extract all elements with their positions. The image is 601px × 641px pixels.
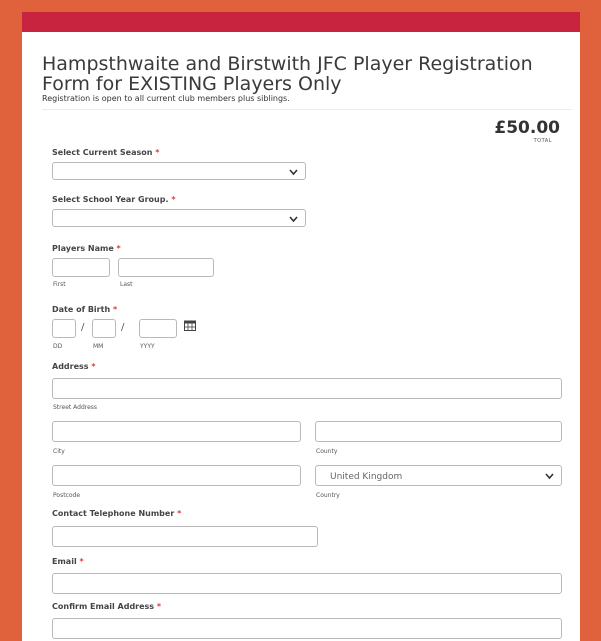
required-marker: * <box>116 244 121 253</box>
city-caption: City <box>53 448 65 455</box>
dob-year-input[interactable] <box>139 319 177 338</box>
last-name-input[interactable] <box>118 258 214 277</box>
school-year-label: Select School Year Group. * <box>52 195 176 204</box>
county-caption: County <box>316 448 338 455</box>
registration-form: Hampsthwaite and Birstwith JFC Player Re… <box>22 32 580 641</box>
phone-label-text: Contact Telephone Number <box>52 509 175 518</box>
dob-separator: / <box>121 322 125 333</box>
email-label-text: Email <box>52 557 77 566</box>
dob-day-input[interactable] <box>52 319 76 338</box>
page-background: Hampsthwaite and Birstwith JFC Player Re… <box>0 0 601 641</box>
postcode-caption: Postcode <box>53 492 81 499</box>
chevron-down-icon <box>289 216 298 223</box>
required-marker: * <box>155 148 160 157</box>
country-select[interactable]: United Kingdom <box>315 465 562 486</box>
address-label-text: Address <box>52 362 89 371</box>
price-caption: TOTAL <box>533 138 552 144</box>
dob-label-text: Date of Birth <box>52 305 111 314</box>
dob-day-caption: DD <box>53 343 63 350</box>
form-subtitle: Registration is open to all current club… <box>42 94 290 103</box>
school-year-label-text: Select School Year Group. <box>52 195 169 204</box>
required-marker: * <box>91 362 96 371</box>
price-total: £50.00 <box>494 118 560 138</box>
form-header-bar <box>22 12 580 32</box>
dob-year-caption: YYYY <box>140 343 155 350</box>
phone-input[interactable] <box>52 526 318 547</box>
street-address-input[interactable] <box>52 378 562 399</box>
street-address-caption: Street Address <box>53 404 98 411</box>
address-label: Address * <box>52 362 96 371</box>
first-name-caption: First <box>53 281 66 288</box>
chevron-down-icon <box>289 169 298 176</box>
email-label: Email * <box>52 557 84 566</box>
required-marker: * <box>156 602 162 611</box>
county-input[interactable] <box>315 421 562 442</box>
confirm-email-label-text: Confirm Email Address <box>52 602 155 611</box>
confirm-email-input[interactable] <box>52 618 562 639</box>
dob-month-input[interactable] <box>92 319 116 338</box>
dob-label: Date of Birth * <box>52 305 117 314</box>
country-select-value: United Kingdom <box>330 472 403 482</box>
required-marker: * <box>171 195 176 204</box>
chevron-down-icon <box>545 473 554 480</box>
calendar-icon[interactable] <box>184 320 196 331</box>
required-marker: * <box>79 557 84 566</box>
season-label: Select Current Season * <box>52 148 159 157</box>
dob-month-caption: MM <box>93 343 104 350</box>
country-caption: Country <box>316 492 340 499</box>
divider <box>42 109 572 110</box>
dob-separator: / <box>81 322 85 333</box>
last-name-caption: Last <box>120 281 133 288</box>
form-title: Hampsthwaite and Birstwith JFC Player Re… <box>42 53 533 95</box>
postcode-input[interactable] <box>52 465 301 486</box>
email-input[interactable] <box>52 573 562 594</box>
player-name-label-text: Players Name <box>52 244 114 253</box>
city-input[interactable] <box>52 421 301 442</box>
season-select[interactable] <box>52 162 306 180</box>
required-marker: * <box>112 305 118 314</box>
required-marker: * <box>177 509 182 518</box>
school-year-select[interactable] <box>52 209 306 227</box>
season-label-text: Select Current Season <box>52 148 153 157</box>
player-name-label: Players Name * <box>52 244 121 253</box>
first-name-input[interactable] <box>52 258 110 277</box>
confirm-email-label: Confirm Email Address * <box>52 602 161 611</box>
phone-label: Contact Telephone Number * <box>52 509 181 518</box>
